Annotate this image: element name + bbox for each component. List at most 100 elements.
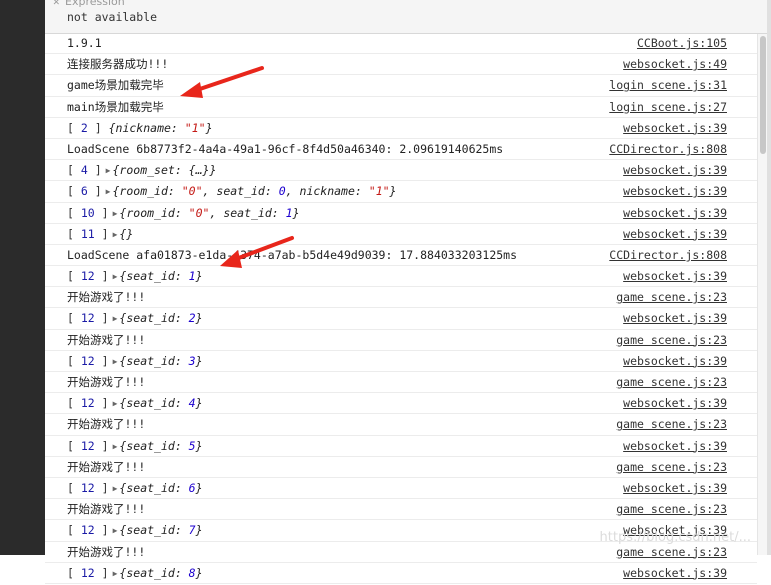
log-row: 开始游戏了!!! game scene.js:23 xyxy=(45,414,757,436)
source-link[interactable]: websocket.js:39 xyxy=(623,266,727,286)
log-message: [ 12 ] ▶ {seat_id: 2} xyxy=(67,308,203,330)
log-row: [ 12 ] ▶ {seat_id: 6} websocket.js:39 xyxy=(45,478,757,500)
source-link[interactable]: game scene.js:23 xyxy=(616,457,727,477)
object-preview[interactable]: {nickname: "1"} xyxy=(109,121,213,135)
object-preview[interactable]: {room_set: {…}} xyxy=(112,163,216,177)
source-link[interactable]: CCDirector.js:808 xyxy=(609,139,727,159)
log-row: 开始游戏了!!! game scene.js:23 xyxy=(45,287,757,309)
log-index-number: 12 xyxy=(80,396,95,411)
object-preview[interactable]: {room_id: "0", seat_id: 0, nickname: "1"… xyxy=(112,184,396,198)
object-preview[interactable]: {seat_id: 7} xyxy=(119,523,202,537)
log-message: [ 10 ] ▶ {room_id: "0", seat_id: 1} xyxy=(67,203,300,225)
object-key: room_id xyxy=(119,184,168,199)
object-value: 4 xyxy=(188,396,196,411)
source-link[interactable]: websocket.js:39 xyxy=(623,203,727,223)
log-row: main场景加载完毕 login scene.js:27 xyxy=(45,97,757,118)
expression-panel: ✕ Expression not available xyxy=(45,0,767,34)
object-preview[interactable]: {seat_id: 2} xyxy=(119,311,202,325)
log-row: [ 4 ] ▶ {room_set: {…}} websocket.js:39 xyxy=(45,160,757,182)
expand-triangle-icon[interactable]: ▶ xyxy=(102,166,113,175)
expand-triangle-icon[interactable]: ▶ xyxy=(109,209,120,218)
log-index-number: 11 xyxy=(80,226,95,241)
object-key: nickname xyxy=(299,184,355,199)
log-message: LoadScene afa01873-e1da-4374-a7ab-b5d4e4… xyxy=(67,247,518,262)
log-row: 开始游戏了!!! game scene.js:23 xyxy=(45,457,757,478)
expand-triangle-icon[interactable]: ▶ xyxy=(109,272,120,281)
log-index-number: 4 xyxy=(80,163,88,178)
scrollbar-thumb[interactable] xyxy=(760,36,766,154)
source-link[interactable]: game scene.js:23 xyxy=(616,499,727,519)
object-value: 7 xyxy=(188,523,196,538)
source-link[interactable]: websocket.js:39 xyxy=(623,563,727,583)
object-preview[interactable]: {seat_id: 8} xyxy=(119,566,202,580)
log-message: 开始游戏了!!! xyxy=(67,459,146,474)
log-message: 开始游戏了!!! xyxy=(67,544,146,559)
close-icon[interactable]: ✕ xyxy=(53,0,60,8)
object-preview[interactable]: {room_id: "0", seat_id: 1} xyxy=(119,206,299,220)
source-link[interactable]: game scene.js:23 xyxy=(616,287,727,307)
left-dark-strip xyxy=(0,0,45,555)
source-link[interactable]: game scene.js:23 xyxy=(616,372,727,392)
log-row: 开始游戏了!!! game scene.js:23 xyxy=(45,330,757,351)
object-preview[interactable]: {} xyxy=(119,227,133,241)
source-link[interactable]: websocket.js:39 xyxy=(623,308,727,328)
log-message: [ 2 ] {nickname: "1"} xyxy=(67,118,213,138)
log-row: 开始游戏了!!! game scene.js:23 xyxy=(45,372,757,394)
log-row: [ 11 ] ▶{} websocket.js:39 xyxy=(45,224,757,245)
log-message: [ 4 ] ▶ {room_set: {…}} xyxy=(67,160,216,182)
log-row: 1.9.1 CCBoot.js:105 xyxy=(45,33,757,55)
log-index-number: 10 xyxy=(80,205,95,220)
source-link[interactable]: login scene.js:31 xyxy=(609,75,727,95)
object-value: 1 xyxy=(285,205,293,220)
source-link[interactable]: websocket.js:39 xyxy=(623,181,727,201)
source-link[interactable]: CCBoot.js:105 xyxy=(637,33,727,53)
source-link[interactable]: websocket.js:39 xyxy=(623,393,727,413)
log-index-number: 12 xyxy=(80,523,95,538)
source-link[interactable]: login scene.js:27 xyxy=(609,97,727,117)
log-message: 开始游戏了!!! xyxy=(67,332,146,347)
log-row: [ 12 ] ▶ {seat_id: 3} websocket.js:39 xyxy=(45,351,757,372)
object-key: seat_id xyxy=(126,565,175,580)
object-key: seat_id xyxy=(216,184,265,199)
object-key: seat_id xyxy=(126,396,175,411)
source-link[interactable]: websocket.js:39 xyxy=(623,160,727,180)
expand-triangle-icon[interactable]: ▶ xyxy=(109,526,120,535)
log-index: [ 11 ] xyxy=(67,226,109,241)
expand-triangle-icon[interactable]: ▶ xyxy=(109,399,120,408)
source-link[interactable]: websocket.js:39 xyxy=(623,478,727,498)
log-index: [ 12 ] xyxy=(67,438,109,453)
object-preview[interactable]: {seat_id: 3} xyxy=(119,354,202,368)
source-link[interactable]: game scene.js:23 xyxy=(616,330,727,350)
source-link[interactable]: websocket.js:39 xyxy=(623,224,727,244)
log-message: [ 11 ] ▶{} xyxy=(67,224,133,246)
expand-triangle-icon[interactable]: ▶ xyxy=(109,357,120,366)
console-log: 1.9.1 CCBoot.js:105 连接服务器成功!!! websocket.js… xyxy=(45,33,757,584)
log-index: [ 12 ] xyxy=(67,353,109,368)
source-link[interactable]: websocket.js:39 xyxy=(623,351,727,371)
log-message: [ 12 ] ▶ {seat_id: 5} xyxy=(67,436,203,458)
object-key: seat_id xyxy=(126,311,175,326)
source-link[interactable]: websocket.js:39 xyxy=(623,436,727,456)
log-row: LoadScene afa01873-e1da-4374-a7ab-b5d4e4… xyxy=(45,245,757,267)
source-link[interactable]: CCDirector.js:808 xyxy=(609,245,727,265)
expand-triangle-icon[interactable]: ▶ xyxy=(109,230,120,239)
expand-triangle-icon[interactable]: ▶ xyxy=(109,314,120,323)
object-preview[interactable]: {seat_id: 5} xyxy=(119,439,202,453)
log-message: [ 12 ] ▶ {seat_id: 3} xyxy=(67,351,203,373)
expand-triangle-icon[interactable]: ▶ xyxy=(109,569,120,578)
object-preview[interactable]: {seat_id: 4} xyxy=(119,396,202,410)
expand-triangle-icon[interactable]: ▶ xyxy=(109,442,120,451)
source-link[interactable]: game scene.js:23 xyxy=(616,414,727,434)
object-value: "1" xyxy=(368,184,390,199)
object-preview[interactable]: {seat_id: 1} xyxy=(119,269,202,283)
log-row: LoadScene 6b8773f2-4a4a-49a1-96cf-8f4d50… xyxy=(45,139,757,161)
expand-triangle-icon[interactable]: ▶ xyxy=(102,187,113,196)
object-preview[interactable]: {seat_id: 6} xyxy=(119,481,202,495)
log-index-number: 12 xyxy=(80,353,95,368)
source-link[interactable]: websocket.js:39 xyxy=(623,118,727,138)
source-link[interactable]: websocket.js:49 xyxy=(623,54,727,74)
log-row: [ 10 ] ▶ {room_id: "0", seat_id: 1} websock… xyxy=(45,203,757,224)
log-index: [ 12 ] xyxy=(67,523,109,538)
expand-triangle-icon[interactable]: ▶ xyxy=(109,484,120,493)
log-index: [ 4 ] xyxy=(67,163,102,178)
